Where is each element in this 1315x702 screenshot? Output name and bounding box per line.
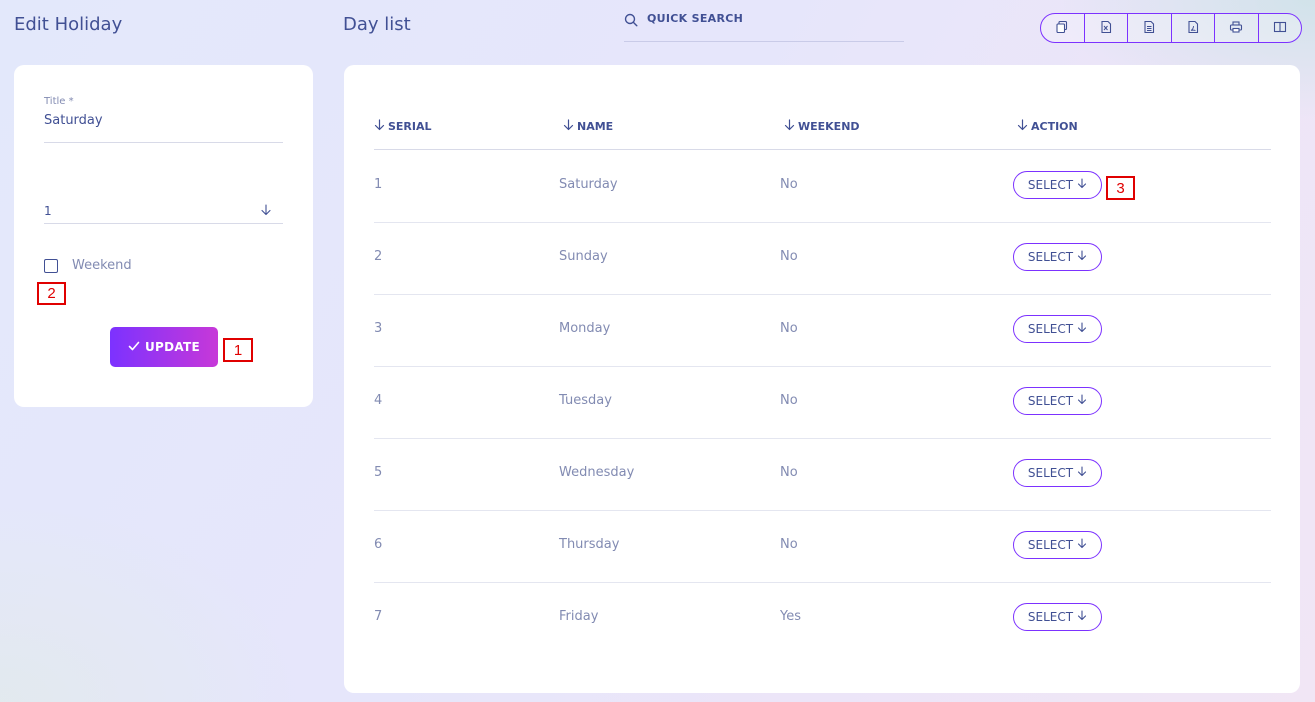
- table-row: 3 Monday No SELECT: [374, 294, 1271, 367]
- select-label: SELECT: [1027, 250, 1074, 264]
- arrow-down-icon: [1077, 394, 1087, 408]
- select-label: SELECT: [1027, 178, 1074, 192]
- edit-holiday-form: Title * Saturday 1 Weekend UPDATE: [14, 65, 313, 407]
- column-header-label: ACTION: [1031, 120, 1078, 133]
- serial-cell: 1: [374, 177, 383, 192]
- select-button[interactable]: SELECT: [1013, 243, 1102, 271]
- column-header-action[interactable]: ACTION: [1017, 119, 1078, 134]
- annotation-marker: 1: [223, 338, 253, 362]
- csv-button[interactable]: [1128, 14, 1172, 42]
- select-button[interactable]: SELECT: [1013, 387, 1102, 415]
- export-toolbar: [1040, 13, 1302, 43]
- csv-icon: [1142, 19, 1156, 38]
- print-icon: [1229, 19, 1243, 38]
- search-icon: [624, 12, 638, 31]
- weekend-cell: No: [780, 177, 798, 192]
- column-header-label: WEEKEND: [798, 120, 860, 133]
- table-row: 5 Wednesday No SELECT: [374, 438, 1271, 511]
- column-header-label: NAME: [577, 120, 614, 133]
- weekend-checkbox[interactable]: [44, 259, 58, 273]
- column-header-serial[interactable]: SERIAL: [374, 119, 432, 134]
- arrow-down-icon: [1077, 250, 1087, 264]
- serial-cell: 4: [374, 393, 383, 408]
- table-row: 2 Sunday No SELECT: [374, 222, 1271, 295]
- excel-icon: [1099, 19, 1113, 38]
- search-placeholder: QUICK SEARCH: [647, 12, 744, 25]
- weekend-cell: No: [780, 321, 798, 336]
- serial-cell: 7: [374, 609, 383, 624]
- select-button[interactable]: SELECT: [1013, 603, 1102, 631]
- sort-arrow-icon: [784, 119, 795, 134]
- table-row: 1 Saturday No SELECT: [374, 150, 1271, 223]
- title-label: Title *: [44, 96, 74, 107]
- select-button[interactable]: SELECT: [1013, 171, 1102, 199]
- columns-icon: [1273, 19, 1287, 38]
- sort-arrow-icon: [563, 119, 574, 134]
- serial-cell: 6: [374, 537, 383, 552]
- copy-button[interactable]: [1041, 14, 1085, 42]
- name-cell: Thursday: [559, 537, 620, 552]
- weekend-cell: No: [780, 537, 798, 552]
- table-row: 4 Tuesday No SELECT: [374, 366, 1271, 439]
- update-button[interactable]: UPDATE: [110, 327, 218, 367]
- arrow-down-icon: [1077, 178, 1087, 192]
- arrow-down-icon: [1077, 610, 1087, 624]
- name-cell: Wednesday: [559, 465, 635, 480]
- weekend-cell: No: [780, 393, 798, 408]
- background-tint: [0, 502, 300, 702]
- sort-arrow-icon: [1017, 119, 1028, 134]
- select-label: SELECT: [1027, 394, 1074, 408]
- excel-button[interactable]: [1085, 14, 1128, 42]
- select-underline: [44, 223, 283, 224]
- arrow-down-icon: [1077, 538, 1087, 552]
- serial-select[interactable]: 1: [44, 204, 52, 218]
- weekend-cell: Yes: [780, 609, 801, 624]
- name-cell: Monday: [559, 321, 611, 336]
- select-label: SELECT: [1027, 322, 1074, 336]
- table-row: 7 Friday Yes SELECT: [374, 582, 1271, 654]
- name-cell: Sunday: [559, 249, 608, 264]
- check-icon: [128, 340, 140, 355]
- arrow-down-icon: [1077, 466, 1087, 480]
- name-cell: Tuesday: [559, 393, 612, 408]
- column-header-label: SERIAL: [388, 120, 432, 133]
- column-header-weekend[interactable]: WEEKEND: [784, 119, 860, 134]
- select-button[interactable]: SELECT: [1013, 531, 1102, 559]
- select-label: SELECT: [1027, 466, 1074, 480]
- day-list-heading: Day list: [343, 14, 411, 35]
- serial-cell: 2: [374, 249, 383, 264]
- copy-icon: [1055, 19, 1069, 38]
- print-button[interactable]: [1215, 14, 1259, 42]
- title-input[interactable]: Saturday: [44, 113, 103, 128]
- serial-cell: 5: [374, 465, 383, 480]
- arrow-down-icon: [1077, 322, 1087, 336]
- annotation-marker: 2: [37, 282, 66, 305]
- update-label: UPDATE: [144, 340, 201, 354]
- select-label: SELECT: [1027, 610, 1074, 624]
- name-cell: Saturday: [559, 177, 618, 192]
- day-list-table: SERIAL NAME WEEKEND ACTION 1 Saturday No…: [344, 65, 1300, 693]
- title-underline: [44, 142, 283, 143]
- select-button[interactable]: SELECT: [1013, 315, 1102, 343]
- name-cell: Friday: [559, 609, 599, 624]
- table-row: 6 Thursday No SELECT: [374, 510, 1271, 583]
- column-header-name[interactable]: NAME: [563, 119, 613, 134]
- select-label: SELECT: [1027, 538, 1074, 552]
- arrow-down-icon[interactable]: [259, 202, 273, 221]
- weekend-label: Weekend: [72, 258, 132, 273]
- weekend-cell: No: [780, 249, 798, 264]
- weekend-cell: No: [780, 465, 798, 480]
- pdf-button[interactable]: [1172, 14, 1215, 42]
- edit-holiday-heading: Edit Holiday: [14, 14, 123, 35]
- serial-cell: 3: [374, 321, 383, 336]
- sort-arrow-icon: [374, 119, 385, 134]
- quick-search-input[interactable]: QUICK SEARCH: [624, 10, 904, 42]
- select-button[interactable]: SELECT: [1013, 459, 1102, 487]
- annotation-marker: 3: [1106, 176, 1135, 200]
- columns-button[interactable]: [1259, 14, 1302, 42]
- pdf-icon: [1186, 19, 1200, 38]
